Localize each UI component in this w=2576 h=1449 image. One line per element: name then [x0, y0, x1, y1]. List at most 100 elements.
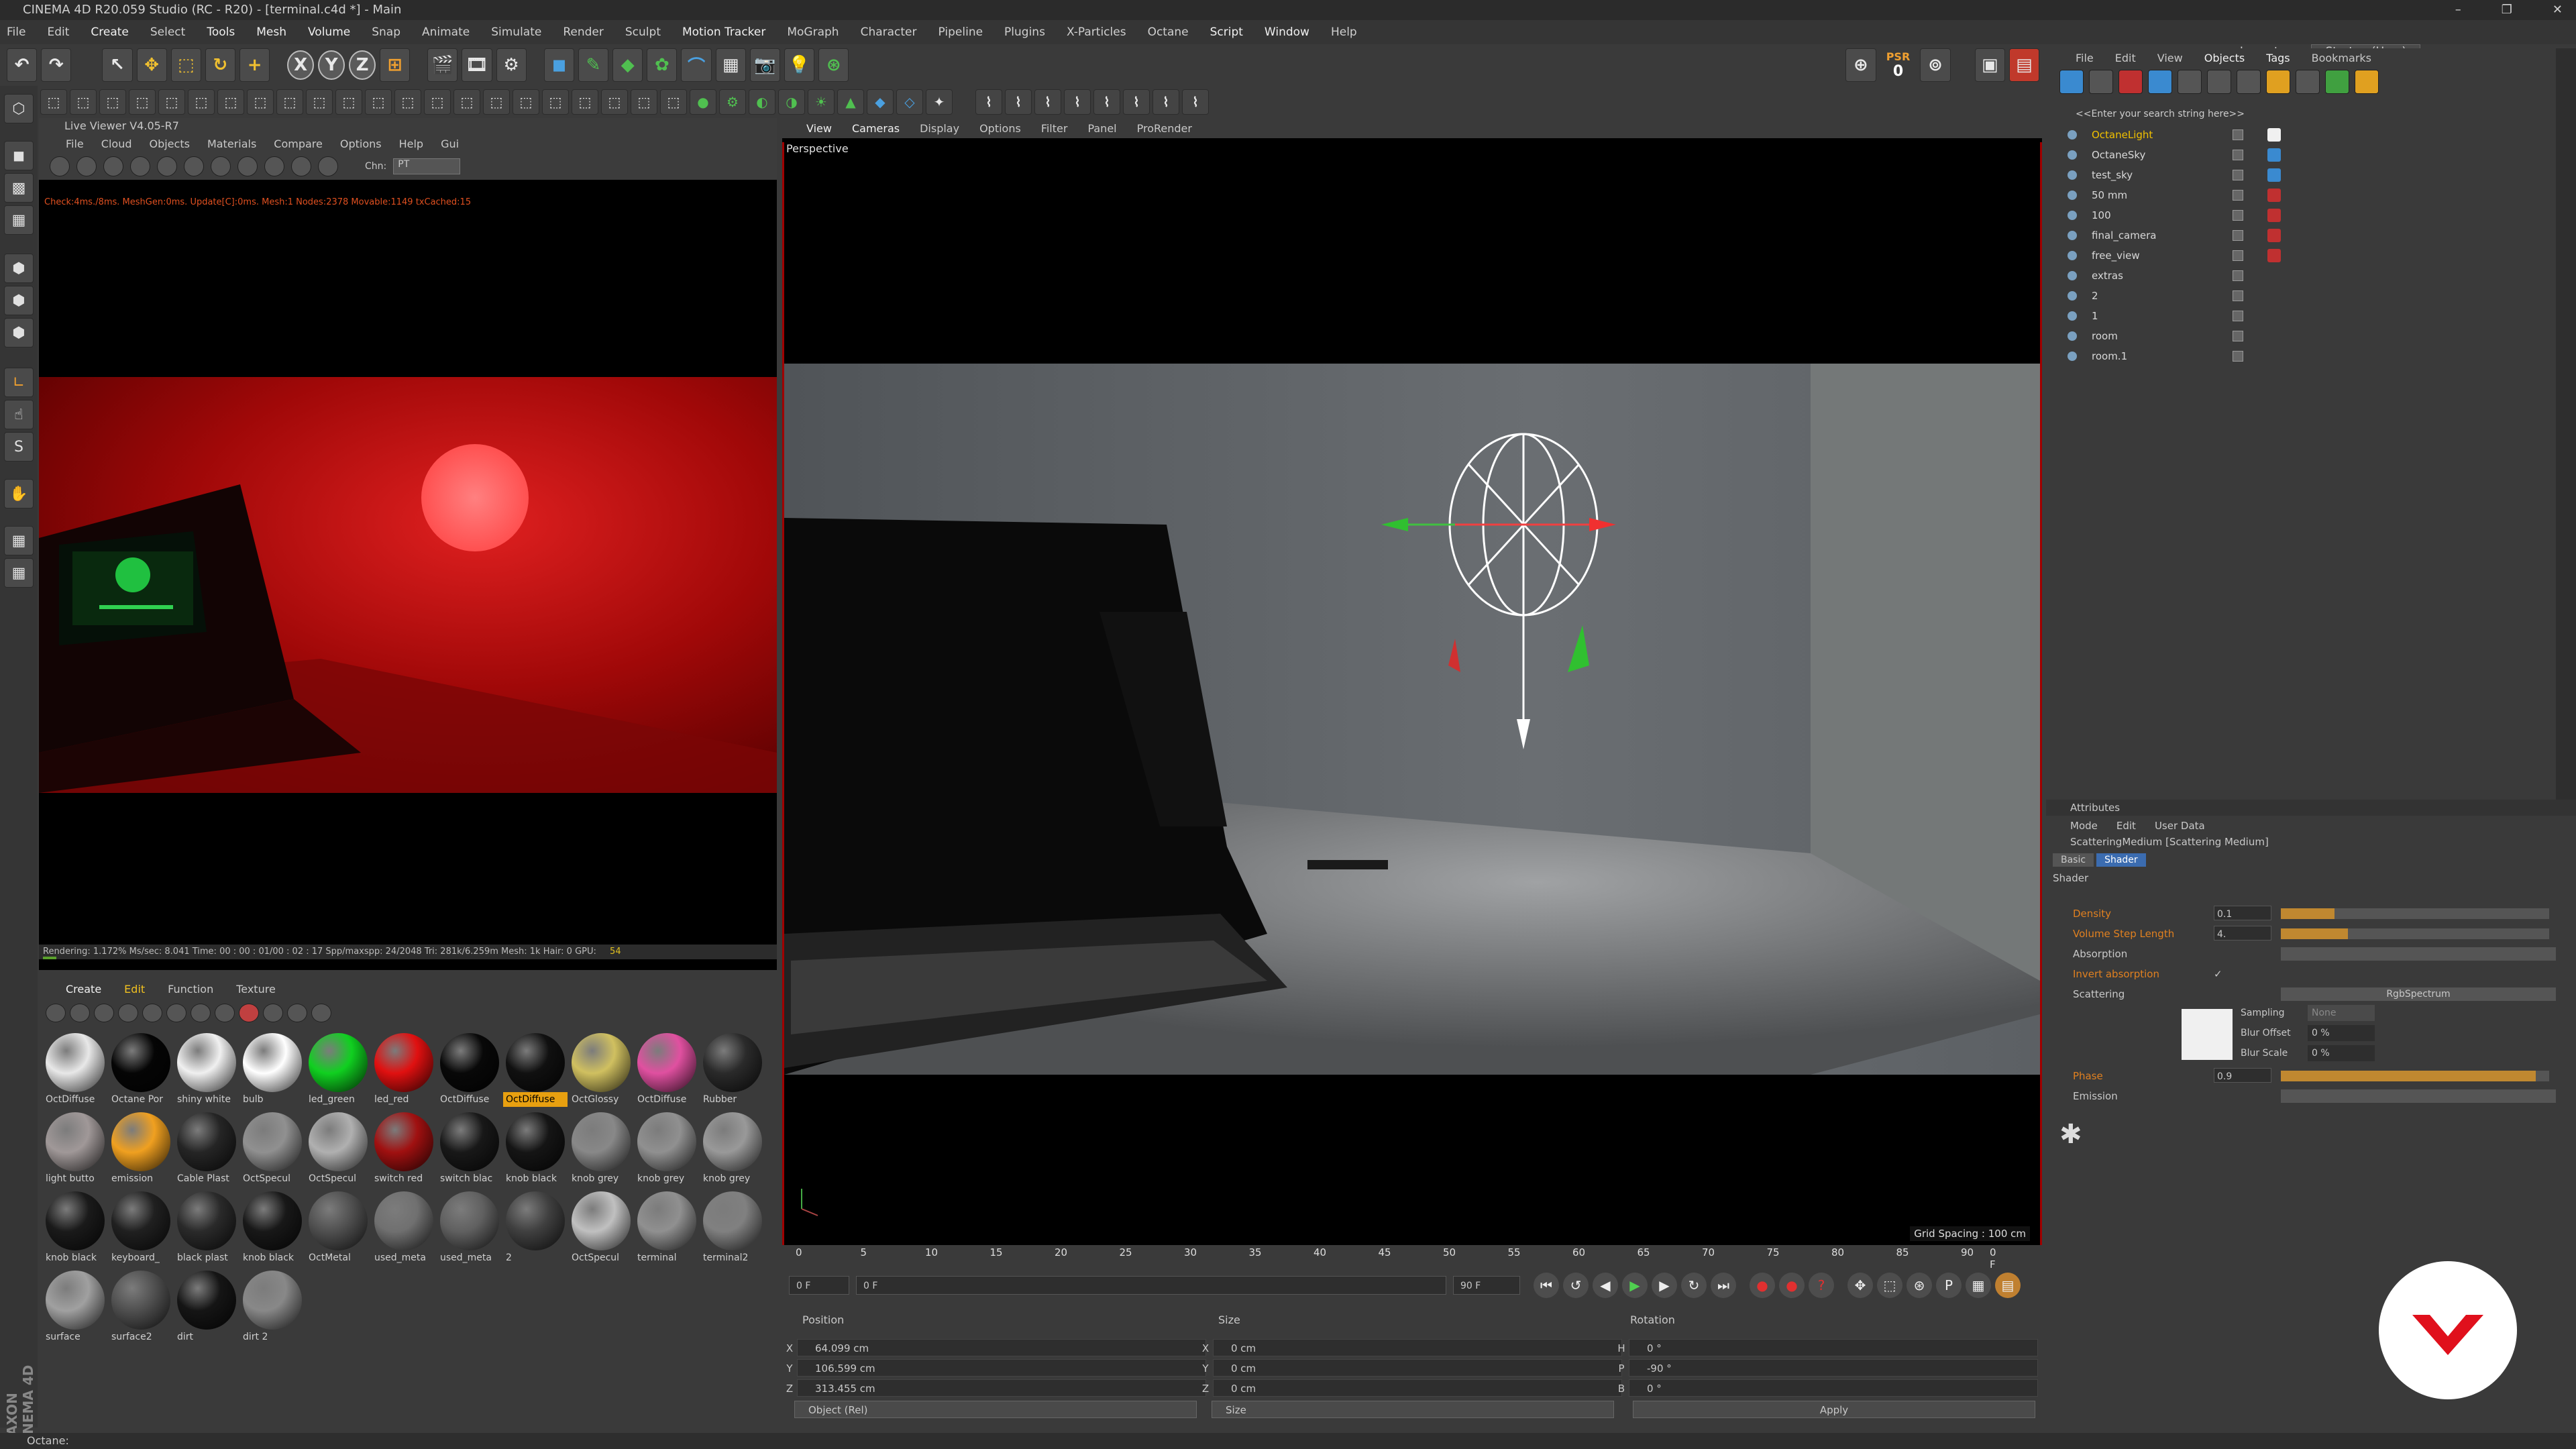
spline-tool-icon-8[interactable]: ⌇ [1182, 89, 1209, 115]
mm-tool-icon-4[interactable] [118, 1004, 138, 1022]
lock-workplane-icon[interactable]: ⬚ [306, 89, 333, 115]
render-preview-image[interactable] [39, 377, 777, 793]
pla-key-icon[interactable]: ▦ [1966, 1273, 1991, 1298]
layout-switch-icon[interactable]: ▤ [2008, 48, 2039, 82]
material-swatch[interactable]: Rubber [700, 1032, 765, 1110]
menu-snap[interactable]: Snap [372, 25, 400, 39]
vp-menu-cameras[interactable]: Cameras [852, 122, 900, 135]
mm-tool-icon-6[interactable] [166, 1004, 186, 1022]
vp-menu-panel[interactable]: Panel [1087, 122, 1116, 135]
visibility-toggle[interactable] [2233, 250, 2243, 261]
pick-focus-icon[interactable] [291, 156, 311, 176]
phase-field[interactable]: 0.9 [2214, 1068, 2271, 1083]
rot-p-field[interactable]: P -90 ° [1618, 1359, 2038, 1377]
clay-mode-icon[interactable] [211, 156, 231, 176]
scattering-shader-button[interactable]: RgbSpectrum [2281, 987, 2556, 1001]
octane-settings-icon[interactable]: ⚙ [719, 89, 746, 115]
brush-icon[interactable]: ⬚ [513, 89, 539, 115]
region-render-icon[interactable] [130, 156, 150, 176]
invert-absorption-checkbox[interactable]: ✓ [2214, 966, 2222, 982]
octane-record-icon[interactable] [2118, 70, 2143, 94]
octane-icon[interactable]: ⊛ [818, 48, 849, 82]
om-menu-bookmarks[interactable]: Bookmarks [2312, 52, 2371, 64]
material-swatch[interactable]: black plast [174, 1190, 239, 1268]
size-x-field[interactable]: X 0 cm [1202, 1339, 1622, 1356]
record-icon[interactable]: ● [1750, 1273, 1775, 1298]
menu-edit[interactable]: Edit [47, 25, 69, 39]
quantize-icon[interactable]: ⬚ [276, 89, 303, 115]
z-axis-lock-icon[interactable]: Z [349, 50, 376, 80]
rotate-key-icon[interactable]: ⊛ [1907, 1273, 1932, 1298]
render-picture-viewer-icon[interactable]: 🎞 [462, 48, 492, 82]
solo-selection-icon[interactable]: ⬚ [424, 89, 451, 115]
object-row[interactable]: room [2053, 326, 2549, 346]
object-row[interactable]: free_view [2053, 246, 2549, 266]
mm-menu-edit[interactable]: Edit [124, 983, 145, 996]
edges-mode-icon[interactable]: ⬚ [70, 89, 97, 115]
object-row[interactable]: room.1 [2053, 346, 2549, 366]
octane-fog-icon[interactable]: ▲ [837, 89, 864, 115]
live-selection-icon[interactable]: ↖ [102, 48, 133, 82]
apply-button[interactable]: Apply [1633, 1401, 2035, 1418]
enable-axis-icon[interactable]: ⬚ [453, 89, 480, 115]
menu-simulate[interactable]: Simulate [491, 25, 541, 39]
sculpt-icon[interactable]: ✋ [4, 479, 34, 508]
lv-menu-options[interactable]: Options [340, 138, 382, 150]
density-slider[interactable] [2281, 908, 2549, 919]
tweak-icon[interactable]: ⬚ [483, 89, 510, 115]
material-swatch[interactable]: Octane Por [109, 1032, 173, 1110]
material-swatch[interactable]: bulb [240, 1032, 305, 1110]
timeline-ruler[interactable]: 0 5 10 15 20 25 30 35 40 45 50 55 60 65 70 75 80 85 90 0 F [796, 1245, 2003, 1271]
lv-menu-gui[interactable]: Gui [441, 138, 459, 150]
lv-menu-objects[interactable]: Objects [149, 138, 189, 150]
redo-icon[interactable]: ↷ [41, 48, 72, 82]
prev-key-icon[interactable]: ↺ [1563, 1273, 1589, 1298]
octane-material-icon[interactable]: ◇ [896, 89, 923, 115]
octane-material-tab-icon[interactable] [2355, 70, 2379, 94]
mm-tool-icon-9[interactable] [239, 1004, 259, 1022]
octane-light-icon[interactable]: ● [690, 89, 716, 115]
material-swatch[interactable]: knob black [43, 1190, 107, 1268]
tab-basic[interactable]: Basic [2053, 853, 2094, 867]
lv-menu-help[interactable]: Help [399, 138, 423, 150]
at-menu-user-data[interactable]: User Data [2155, 820, 2205, 832]
menu-character[interactable]: Character [861, 25, 917, 39]
mm-tool-icon-5[interactable] [142, 1004, 162, 1022]
at-menu-mode[interactable]: Mode [2070, 820, 2098, 832]
object-tag-icon[interactable] [2267, 249, 2281, 262]
sampling-select[interactable]: None [2308, 1005, 2375, 1021]
next-key-icon[interactable]: ↻ [1681, 1273, 1707, 1298]
lv-menu-materials[interactable]: Materials [207, 138, 256, 150]
visibility-toggle[interactable] [2233, 311, 2243, 321]
param-key-icon[interactable]: P [1936, 1273, 1962, 1298]
floor-icon[interactable]: ▦ [715, 48, 746, 82]
material-swatch[interactable]: surface2 [109, 1269, 173, 1347]
knife-icon[interactable]: ⬚ [660, 89, 687, 115]
rot-b-field[interactable]: B 0 ° [1618, 1379, 2038, 1397]
maximize-button[interactable]: ❐ [2502, 0, 2512, 20]
pos-y-field[interactable]: Y 106.599 cm [786, 1359, 1206, 1377]
planar-workplane-icon[interactable]: ⬚ [335, 89, 362, 115]
material-swatch[interactable]: OctDiffuse [635, 1032, 699, 1110]
material-swatch[interactable]: OctGlossy [569, 1032, 633, 1110]
texture-mode-icon[interactable]: ⬚ [188, 89, 215, 115]
vp-menu-options[interactable]: Options [979, 122, 1021, 135]
spline-tool-icon-6[interactable]: ⌇ [1123, 89, 1150, 115]
compare-icon[interactable] [264, 156, 284, 176]
material-swatch[interactable]: 2 [503, 1190, 568, 1268]
autokey-icon[interactable]: ● [1779, 1273, 1805, 1298]
blur-offset-field[interactable]: 0 % [2308, 1025, 2375, 1041]
visibility-toggle[interactable] [2233, 170, 2243, 180]
size-mode-select[interactable]: Size [1212, 1401, 1614, 1418]
visibility-toggle[interactable] [2233, 129, 2243, 140]
material-swatch[interactable]: knob grey [635, 1111, 699, 1189]
mm-tool-icon-2[interactable] [70, 1004, 90, 1022]
mm-tool-icon-1[interactable] [46, 1004, 66, 1022]
spline-tool-icon-5[interactable]: ⌇ [1093, 89, 1120, 115]
mm-tool-icon-10[interactable] [263, 1004, 283, 1022]
volume-step-field[interactable]: 4. [2214, 926, 2271, 941]
om-menu-file[interactable]: File [2076, 52, 2094, 64]
lv-menu-compare[interactable]: Compare [274, 138, 323, 150]
object-search-input[interactable]: <<Enter your search string here>> [2076, 109, 2245, 119]
mm-tool-icon-7[interactable] [191, 1004, 211, 1022]
